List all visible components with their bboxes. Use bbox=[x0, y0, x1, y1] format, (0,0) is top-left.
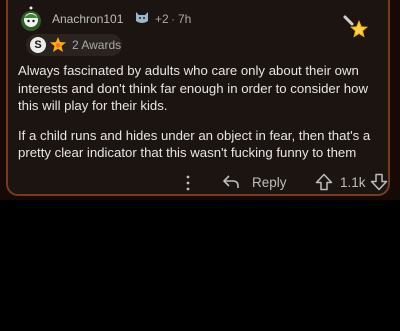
silver-badge-icon: S bbox=[30, 37, 46, 53]
reply-button[interactable]: Reply bbox=[222, 172, 294, 194]
downvote-arrow-icon[interactable] bbox=[370, 173, 388, 191]
awards-count: 2 Awards bbox=[72, 38, 122, 52]
more-vertical-icon[interactable] bbox=[180, 174, 196, 192]
award-star-icon[interactable] bbox=[342, 14, 370, 42]
avatar-icon[interactable] bbox=[18, 6, 44, 32]
comment-paragraph: Always fascinated by adults who care onl… bbox=[18, 63, 369, 113]
vote-count: 1.1k bbox=[340, 175, 366, 190]
awards-pill[interactable]: S 2 Awards bbox=[26, 34, 122, 56]
comment-header: Anachron101 +2 · 7h bbox=[8, 2, 388, 32]
username-link[interactable]: Anachron101 bbox=[52, 12, 123, 26]
comment-body: Always fascinated by adults who care onl… bbox=[18, 62, 390, 174]
upvote-arrow-icon[interactable] bbox=[315, 173, 333, 191]
flair-cat-icon bbox=[136, 12, 148, 23]
comment-age: 7h bbox=[178, 12, 192, 26]
separator-dot: · bbox=[171, 12, 175, 26]
reply-arrow-icon bbox=[223, 175, 239, 188]
karma-delta: +2 bbox=[155, 12, 169, 26]
reply-label: Reply bbox=[252, 175, 287, 190]
comment-card: Anachron101 +2 · 7h S 2 Awards Always fa… bbox=[6, 0, 390, 196]
comment-paragraph: If a child runs and hides under an objec… bbox=[18, 127, 371, 161]
comment-actions: Reply 1.1k bbox=[8, 172, 388, 196]
award-burst-icon bbox=[50, 37, 66, 52]
